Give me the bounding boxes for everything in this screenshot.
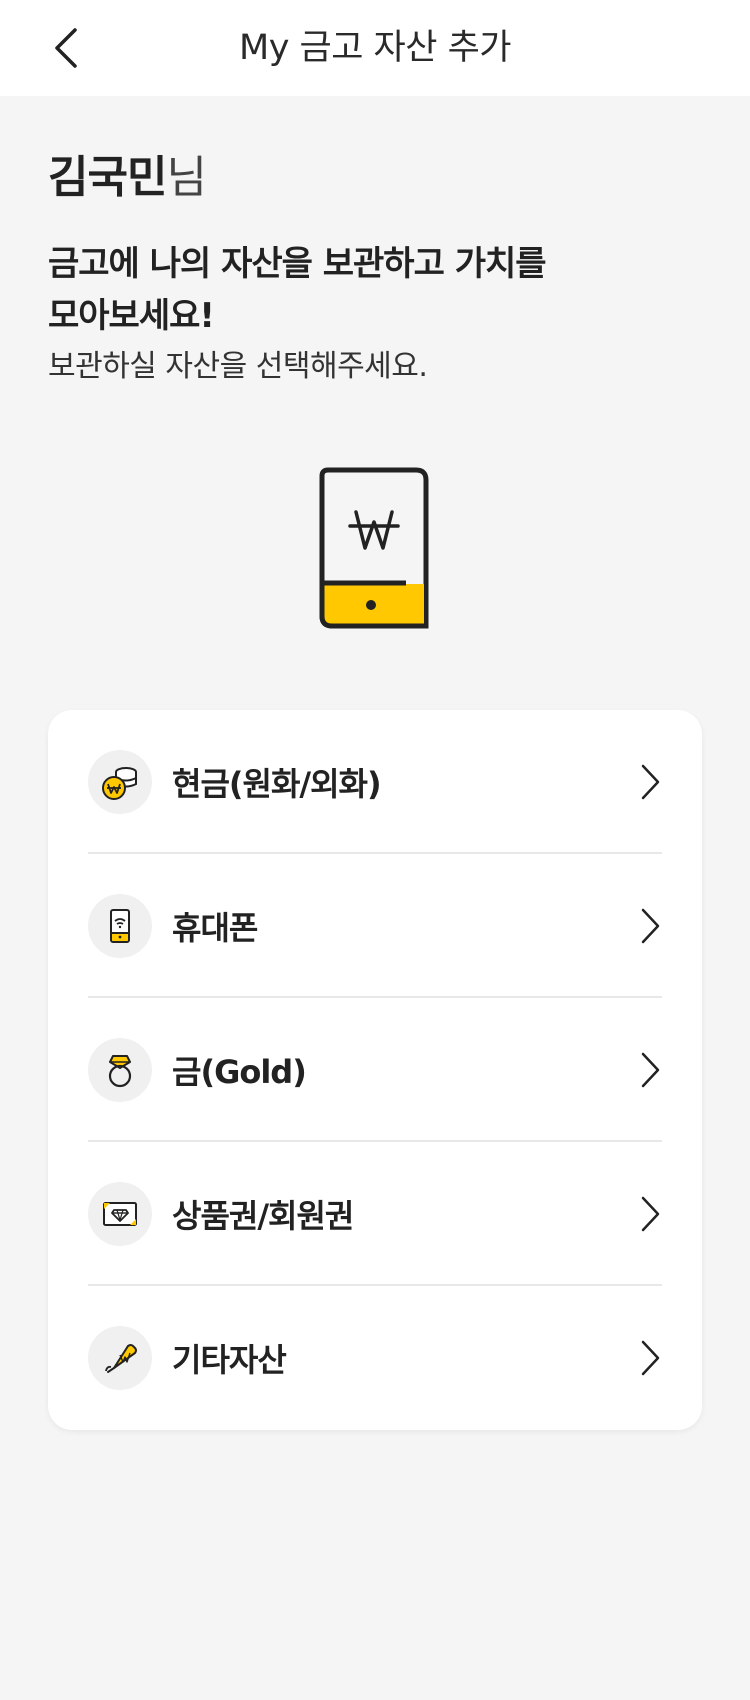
- headline-line-1: 금고에 나의 자산을 보관하고 가치를: [48, 244, 547, 284]
- chevron-right-icon: [641, 1196, 660, 1232]
- asset-item-label: 휴대폰: [172, 909, 258, 947]
- asset-item-label: 현금(원화/외화): [172, 765, 382, 803]
- headline-line-2: 모아보세요!: [48, 296, 215, 336]
- cash-coins-icon: [88, 750, 152, 814]
- asset-item-other[interactable]: 기타자산: [88, 1286, 662, 1430]
- greeting: 김국민님: [48, 150, 207, 206]
- asset-item-voucher[interactable]: 상품권/회원권: [88, 1142, 662, 1286]
- asset-item-mobile-phone[interactable]: 휴대폰: [88, 854, 662, 998]
- top-app-bar: My 금고 자산 추가: [0, 0, 750, 96]
- safe-phone-won-icon: [319, 467, 429, 629]
- asset-item-gold[interactable]: 금(Gold): [88, 998, 662, 1142]
- asset-category-list: 현금(원화/외화) 휴대폰 금(Gold) 상품권/회원권 기타자산: [48, 710, 702, 1430]
- chevron-right-icon: [641, 1340, 660, 1376]
- chevron-right-icon: [641, 764, 660, 800]
- asset-item-label: 상품권/회원권: [172, 1197, 354, 1235]
- gold-ring-icon: [88, 1038, 152, 1102]
- asset-item-cash[interactable]: 현금(원화/외화): [88, 710, 662, 854]
- asset-item-label: 금(Gold): [172, 1053, 307, 1091]
- page-title: My 금고 자산 추가: [239, 28, 512, 68]
- asset-item-label: 기타자산: [172, 1341, 287, 1379]
- user-name: 김국민: [48, 152, 167, 203]
- other-asset-tag-icon: [88, 1326, 152, 1390]
- mobile-phone-icon: [88, 894, 152, 958]
- honorific-suffix: 님: [166, 152, 206, 203]
- chevron-right-icon: [641, 1052, 660, 1088]
- chevron-right-icon: [641, 908, 660, 944]
- gift-voucher-icon: [88, 1182, 152, 1246]
- headline: 금고에 나의 자산을 보관하고 가치를 모아보세요!: [48, 238, 608, 342]
- instruction-text: 보관하실 자산을 선택해주세요.: [48, 349, 428, 384]
